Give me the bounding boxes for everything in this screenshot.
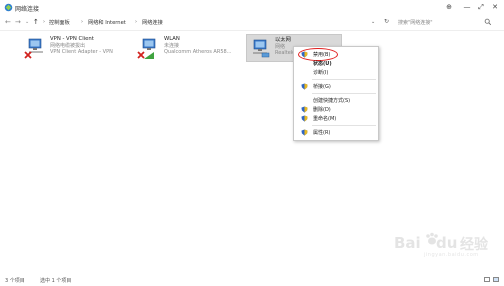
adapter-wlan[interactable]: WLAN 未连接 Qualcomm Atheros AR58... bbox=[136, 34, 232, 62]
adapter-name: 以太网 bbox=[275, 37, 291, 43]
toolbar-divider bbox=[0, 30, 504, 31]
uac-shield-icon bbox=[301, 83, 308, 90]
uac-shield-icon bbox=[301, 106, 308, 113]
back-button[interactable]: ← bbox=[5, 18, 11, 26]
minimize-button[interactable]: — bbox=[462, 2, 472, 12]
search-icon bbox=[484, 18, 492, 26]
breadcrumb-network-internet[interactable]: 网络和 Internet bbox=[88, 19, 126, 26]
menu-item-bridge[interactable]: 桥接(G) bbox=[294, 82, 378, 91]
large-icons-view-button[interactable] bbox=[493, 277, 499, 282]
menu-item-disable[interactable]: 禁用(B) bbox=[294, 50, 378, 59]
watermark-suffix: 经验 bbox=[460, 237, 488, 253]
adapter-name: WLAN bbox=[164, 36, 180, 42]
menu-item-label: 禁用(B) bbox=[313, 52, 331, 58]
item-count: 3 个项目 bbox=[5, 278, 25, 284]
refresh-button[interactable]: ↻ bbox=[384, 18, 389, 25]
recent-dropdown-button[interactable]: ⌄ bbox=[25, 19, 29, 25]
uac-shield-icon bbox=[301, 51, 308, 58]
menu-item-delete[interactable]: 删除(D) bbox=[294, 105, 378, 114]
adapter-device: VPN Client Adapter - VPN bbox=[50, 49, 113, 55]
menu-item-label: 属性(R) bbox=[313, 130, 331, 136]
forward-button[interactable]: → bbox=[15, 18, 21, 26]
breadcrumb-separator: › bbox=[81, 19, 83, 25]
network-connections-app-icon bbox=[4, 3, 13, 12]
selected-count: 选中 1 个项目 bbox=[40, 278, 72, 284]
menu-item-properties[interactable]: 属性(R) bbox=[294, 128, 378, 137]
up-button[interactable]: ↑ bbox=[33, 18, 39, 26]
adapter-device: Qualcomm Atheros AR58... bbox=[164, 49, 232, 55]
menu-item-label: 桥接(G) bbox=[313, 84, 331, 90]
baidu-watermark: Bai du 经验 jingyan.baidu.com bbox=[394, 232, 494, 262]
menu-item-create-shortcut[interactable]: 创建快捷方式(S) bbox=[294, 96, 378, 105]
maximize-button[interactable]: ⤢ bbox=[476, 2, 486, 12]
menu-item-label: 状态(U) bbox=[313, 61, 332, 67]
menu-separator bbox=[312, 79, 376, 80]
search-placeholder: 搜索"网络连接" bbox=[398, 20, 433, 26]
details-view-button[interactable] bbox=[484, 277, 490, 282]
menu-item-label: 诊断(I) bbox=[313, 70, 329, 76]
menu-item-status[interactable]: 状态(U) bbox=[294, 59, 378, 68]
pin-icon[interactable]: ⊕ bbox=[444, 2, 454, 12]
title-bar: 网络连接 ⊕ — ⤢ ✕ bbox=[0, 0, 504, 15]
adapter-text: VPN - VPN Client 网络电缆被拔出 VPN Client Adap… bbox=[50, 36, 113, 55]
watermark-url: jingyan.baidu.com bbox=[424, 252, 479, 258]
menu-separator bbox=[312, 93, 376, 94]
window-title: 网络连接 bbox=[15, 6, 40, 13]
menu-item-label: 创建快捷方式(S) bbox=[313, 98, 351, 104]
menu-item-label: 重命名(M) bbox=[313, 116, 337, 122]
watermark-brand: Bai bbox=[394, 234, 421, 252]
adapter-name: VPN - VPN Client bbox=[50, 36, 94, 42]
menu-item-diagnose[interactable]: 诊断(I) bbox=[294, 68, 378, 77]
adapter-device: Realtek bbox=[275, 50, 294, 56]
breadcrumb-control-panel[interactable]: 控制面板 bbox=[49, 19, 70, 26]
status-bar: 3 个项目 选中 1 个项目 bbox=[0, 274, 504, 286]
menu-item-label: 删除(D) bbox=[313, 107, 331, 113]
address-bar: ← → ⌄ ↑ › 控制面板 › 网络和 Internet › 网络连接 ⌄ ↻… bbox=[0, 15, 504, 30]
red-x-icon bbox=[137, 51, 145, 59]
uac-shield-icon bbox=[301, 115, 308, 122]
adapter-vpn[interactable]: VPN - VPN Client 网络电缆被拔出 VPN Client Adap… bbox=[22, 34, 113, 62]
context-menu: 禁用(B) 状态(U) 诊断(I) 桥接(G) 创建快捷方式(S) 删除(D) … bbox=[293, 46, 379, 141]
search-input[interactable]: 搜索"网络连接" bbox=[394, 17, 494, 28]
breadcrumb-separator: › bbox=[135, 19, 137, 25]
red-x-icon bbox=[24, 51, 32, 59]
menu-item-rename[interactable]: 重命名(M) bbox=[294, 114, 378, 123]
adapter-text: 以太网 网络 Realtek bbox=[275, 37, 294, 56]
breadcrumb-network-connections[interactable]: 网络连接 bbox=[142, 19, 163, 26]
breadcrumb-separator: › bbox=[43, 19, 45, 25]
menu-separator bbox=[312, 125, 376, 126]
adapter-text: WLAN 未连接 Qualcomm Atheros AR58... bbox=[164, 36, 231, 55]
uac-shield-icon bbox=[301, 129, 308, 136]
ethernet-cable-icon bbox=[261, 52, 270, 58]
watermark-brand-tail: du bbox=[436, 234, 458, 252]
close-button[interactable]: ✕ bbox=[490, 2, 500, 12]
address-dropdown-button[interactable]: ⌄ bbox=[371, 19, 375, 25]
